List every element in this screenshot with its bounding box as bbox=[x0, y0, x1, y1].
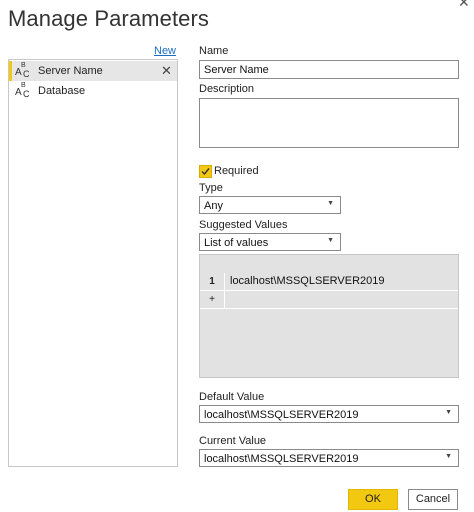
close-icon[interactable]: ✕ bbox=[458, 0, 470, 11]
row-number: 1 bbox=[200, 273, 225, 290]
default-value-dropdown[interactable]: localhost\MSSQLSERVER2019 ▼ bbox=[199, 405, 459, 423]
suggested-values-label: Suggested Values bbox=[199, 219, 288, 231]
grid-cell-value[interactable]: localhost\MSSQLSERVER2019 bbox=[230, 273, 385, 290]
chevron-down-icon: ▼ bbox=[327, 200, 334, 207]
values-grid: 1 localhost\MSSQLSERVER2019 + bbox=[199, 254, 459, 378]
required-label: Required bbox=[214, 165, 259, 177]
add-row-icon[interactable]: + bbox=[200, 291, 225, 308]
cancel-button[interactable]: Cancel bbox=[408, 489, 458, 510]
ok-button[interactable]: OK bbox=[348, 489, 398, 510]
name-label: Name bbox=[199, 45, 229, 57]
parameter-item-label: Server Name bbox=[38, 65, 103, 77]
current-value-dropdown-value: localhost\MSSQLSERVER2019 bbox=[204, 453, 359, 465]
chevron-down-icon: ▼ bbox=[327, 237, 334, 244]
parameter-item-server-name[interactable]: ABC Server Name ✕ bbox=[9, 61, 177, 81]
required-checkbox[interactable] bbox=[199, 165, 212, 178]
default-value-dropdown-value: localhost\MSSQLSERVER2019 bbox=[204, 409, 359, 421]
type-dropdown[interactable]: Any ▼ bbox=[199, 196, 341, 214]
description-label: Description bbox=[199, 83, 255, 95]
text-type-icon: ABC bbox=[15, 82, 30, 99]
chevron-down-icon: ▼ bbox=[445, 409, 452, 416]
remove-parameter-icon[interactable]: ✕ bbox=[161, 63, 172, 79]
dialog-title: Manage Parameters bbox=[8, 6, 210, 31]
text-type-icon: ABC bbox=[15, 62, 30, 79]
parameter-list: ABC Server Name ✕ ABC Database bbox=[8, 59, 178, 467]
chevron-down-icon: ▼ bbox=[445, 453, 452, 460]
description-input[interactable] bbox=[199, 98, 459, 148]
name-input[interactable]: Server Name bbox=[199, 60, 459, 79]
add-row[interactable]: + bbox=[200, 291, 458, 309]
parameter-item-label: Database bbox=[38, 85, 86, 97]
current-value-label: Current Value bbox=[199, 435, 267, 447]
table-row[interactable]: 1 localhost\MSSQLSERVER2019 bbox=[200, 273, 458, 291]
default-value-label: Default Value bbox=[199, 391, 265, 403]
new-parameter-link[interactable]: New bbox=[154, 45, 176, 57]
checkmark-icon bbox=[201, 168, 210, 176]
parameter-item-database[interactable]: ABC Database bbox=[9, 81, 177, 101]
type-dropdown-value: Any bbox=[204, 200, 223, 212]
suggested-values-dropdown[interactable]: List of values ▼ bbox=[199, 233, 341, 251]
current-value-dropdown[interactable]: localhost\MSSQLSERVER2019 ▼ bbox=[199, 449, 459, 467]
suggested-values-dropdown-value: List of values bbox=[204, 237, 269, 249]
type-label: Type bbox=[199, 182, 223, 194]
